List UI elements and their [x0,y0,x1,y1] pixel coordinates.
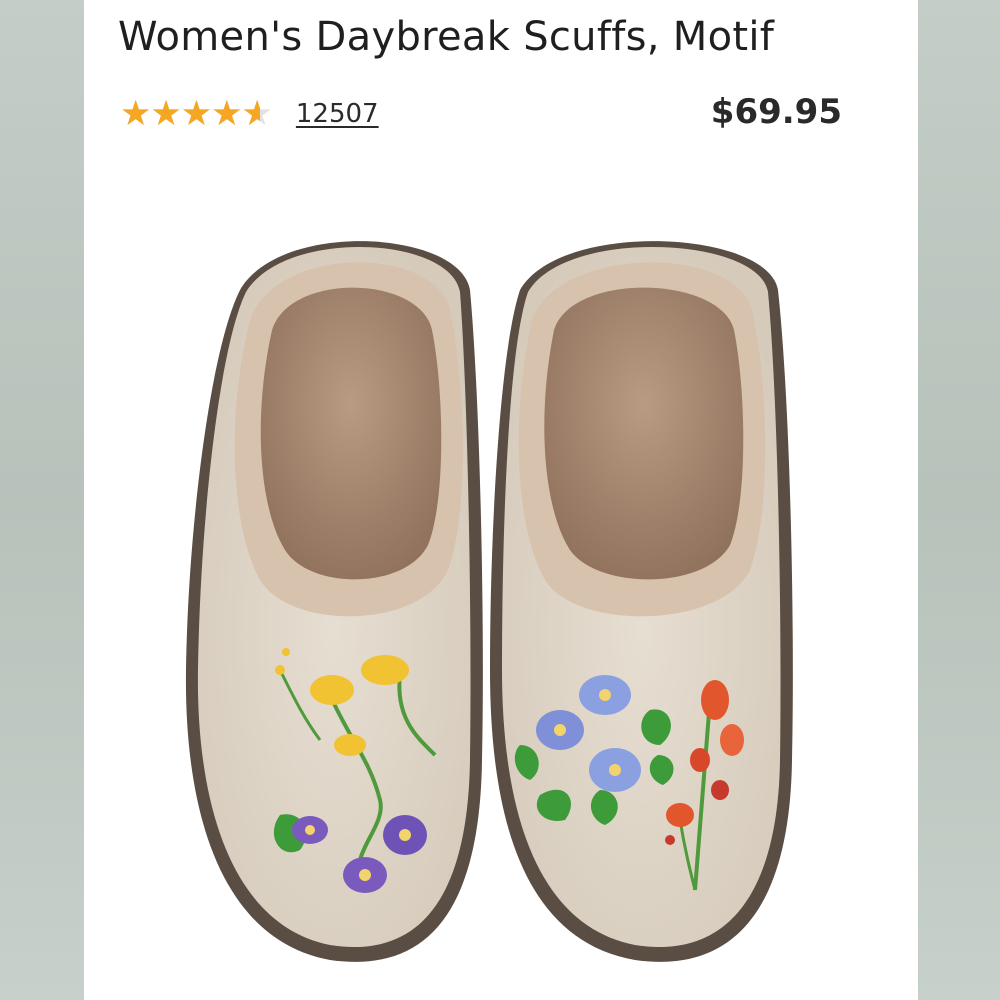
right-background-margin [918,0,1000,1000]
product-price: $69.95 [710,92,842,132]
product-card: Women's Daybreak Scuffs, Motif ★★★★★ ★★★… [84,0,918,1000]
right-slipper [490,241,793,962]
star-rating[interactable]: ★★★★★ ★★★★★ [120,96,273,132]
rating-row: ★★★★★ ★★★★★ 12507 [120,92,379,136]
left-background-margin [0,0,84,1000]
review-count-link[interactable]: 12507 [296,99,379,129]
product-image[interactable] [180,200,800,970]
product-title: Women's Daybreak Scuffs, Motif [118,14,775,60]
left-slipper [185,241,483,962]
star-rating-filled-icons: ★★★★★ [120,96,260,132]
